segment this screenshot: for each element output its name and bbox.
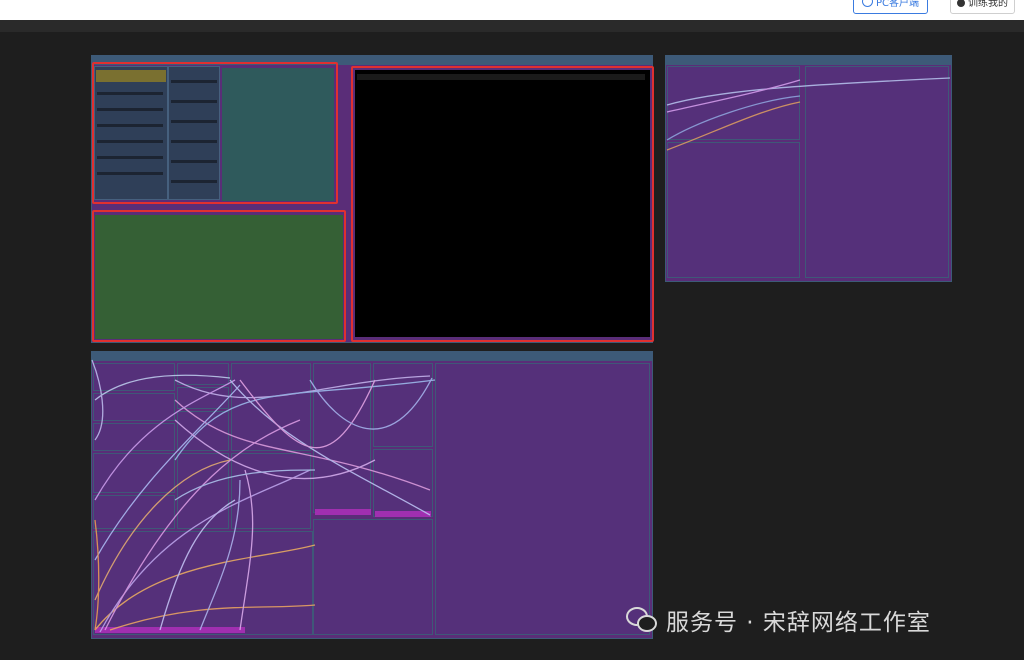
node-b13[interactable]: [313, 363, 371, 513]
highlight-box-output: [351, 66, 654, 342]
info-icon: [957, 0, 965, 7]
node-b10[interactable]: [177, 453, 229, 529]
node-b6[interactable]: [93, 531, 313, 635]
group-title-top-right: [666, 56, 951, 65]
progress-strip: [315, 509, 371, 515]
node-tr-c[interactable]: [805, 66, 949, 278]
group-title-bottom: [92, 352, 652, 361]
watermark: 服务号 · 宋辞网络工作室: [626, 603, 931, 637]
node-b15[interactable]: [373, 449, 433, 517]
pc-client-label: PC客户端: [876, 0, 920, 9]
highlight-box-prompt: [92, 210, 346, 342]
node-b1[interactable]: [93, 363, 175, 391]
canvas-menu-strip: [0, 20, 1024, 32]
train-button[interactable]: 训练我的: [950, 0, 1015, 14]
progress-strip: [375, 511, 431, 517]
node-b9[interactable]: [177, 411, 229, 451]
node-b2[interactable]: [93, 393, 175, 421]
node-b4[interactable]: [93, 453, 175, 493]
node-b7[interactable]: [177, 363, 229, 385]
node-tr-b[interactable]: [667, 142, 800, 278]
train-label: 训练我的: [968, 0, 1008, 9]
node-b8[interactable]: [177, 387, 229, 409]
node-b16[interactable]: [313, 519, 433, 635]
watermark-text: 服务号 · 宋辞网络工作室: [666, 610, 931, 636]
progress-strip: [95, 627, 245, 633]
node-tr-a[interactable]: [667, 66, 800, 140]
download-icon: [862, 0, 873, 7]
highlight-box-inputs: [92, 62, 338, 204]
node-b12[interactable]: [231, 453, 311, 529]
wechat-icon: [626, 607, 657, 633]
browser-toolbar: PC客户端 训练我的: [0, 0, 1024, 20]
node-b3[interactable]: [93, 423, 175, 451]
node-b11[interactable]: [231, 363, 311, 451]
node-b14[interactable]: [373, 363, 433, 447]
pc-client-button[interactable]: PC客户端: [853, 0, 929, 14]
node-b5[interactable]: [93, 495, 175, 529]
node-b17[interactable]: [435, 363, 650, 635]
